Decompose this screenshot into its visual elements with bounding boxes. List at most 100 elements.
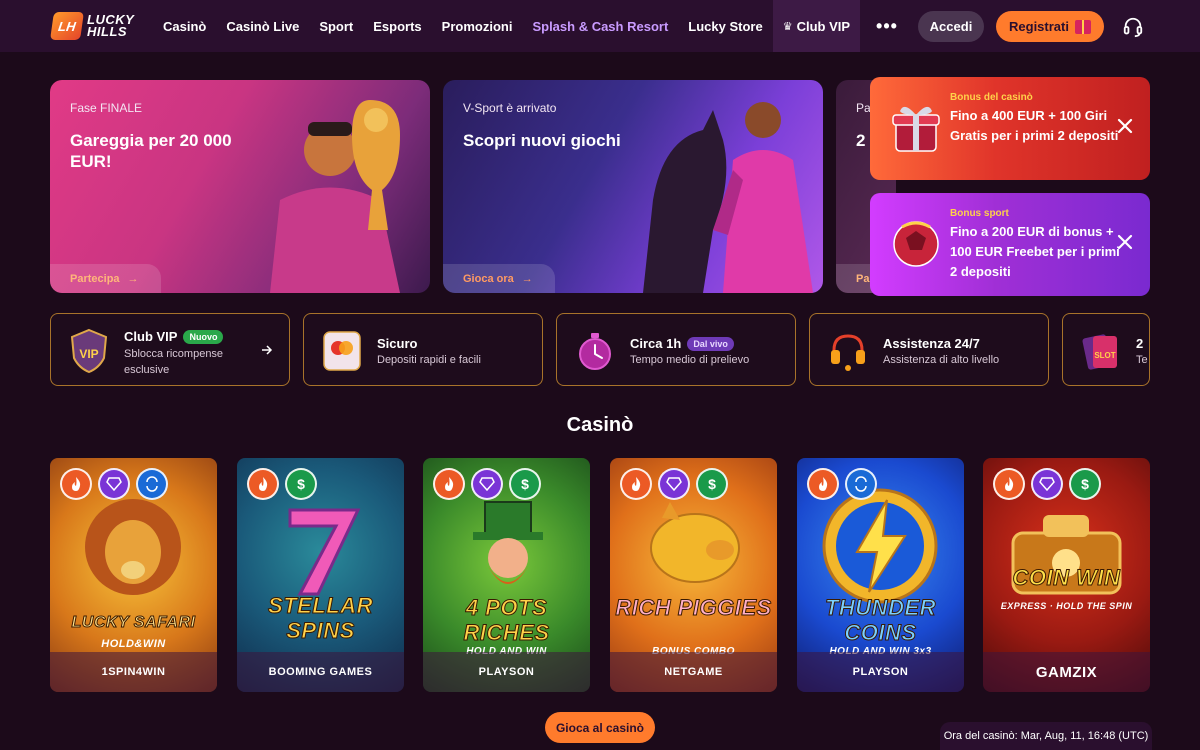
exchange-icon: [845, 468, 877, 500]
nav-sport[interactable]: Sport: [309, 0, 363, 52]
main-nav: Casinò Casinò Live Sport Esports Promozi…: [153, 0, 914, 52]
leprechaun-illustration: [473, 501, 543, 584]
svg-text:VIP: VIP: [79, 347, 98, 361]
feature-sicuro[interactable]: Sicuro Depositi rapidi e facili: [303, 313, 543, 386]
lion-illustration: [85, 499, 181, 595]
dollar-icon: $: [509, 468, 541, 500]
game-provider: PLAYSON: [423, 652, 590, 692]
svg-text:$: $: [1081, 476, 1089, 492]
toast-text: Fino a 400 EUR + 100 Giri Gratis per i p…: [950, 108, 1119, 143]
register-button[interactable]: Registrati: [996, 11, 1104, 42]
game-provider: 1SPIN4WIN: [50, 652, 217, 692]
register-label: Registrati: [1009, 19, 1069, 34]
feature-club-vip[interactable]: VIP Club VIP Nuovo Sblocca ricompense es…: [50, 313, 290, 386]
feature-withdrawal-time[interactable]: Circa 1h Dal vivo Tempo medio di preliev…: [556, 313, 796, 386]
banner-cta-partecipa[interactable]: Partecipa →: [50, 264, 161, 293]
svg-text:$: $: [708, 476, 716, 492]
game-provider: GAMZIX: [983, 652, 1150, 692]
banner-tag: V-Sport è arrivato: [463, 101, 557, 115]
toast-kicker: Bonus sport: [950, 208, 1009, 219]
dollar-icon: $: [1069, 468, 1101, 500]
game-title: STELLAR SPINS: [268, 593, 373, 644]
game-title: RICH PIGGIES: [615, 595, 772, 621]
game-tile-lucky-safari[interactable]: LUCKY SAFARI HOLD&WIN 1SPIN4WIN: [50, 458, 217, 692]
game-provider: BOOMING GAMES: [237, 652, 404, 692]
toast-kicker: Bonus del casinò: [950, 92, 1033, 103]
section-title-casino: Casinò: [566, 414, 634, 436]
close-icon[interactable]: [1116, 117, 1134, 135]
new-badge: Nuovo: [183, 329, 224, 344]
game-badges: $: [620, 468, 728, 500]
dollar-icon: $: [285, 468, 317, 500]
svg-text:$: $: [521, 476, 529, 492]
game-tile-rich-piggies[interactable]: $ RICH PIGGIES BONUS COMBO NETGAME: [610, 458, 777, 692]
login-button[interactable]: Accedi: [918, 11, 984, 42]
headset-icon: [831, 334, 865, 371]
mastercard-icon: [323, 331, 361, 371]
fire-icon: [807, 468, 839, 500]
game-tile-stellar-spins[interactable]: $ STELLAR SPINS BOOMING GAMES: [237, 458, 404, 692]
gift-icon: [1074, 19, 1091, 34]
sport-bonus-toast[interactable]: Bonus sport Fino a 200 EUR di bonus + 10…: [870, 193, 1150, 296]
banner-vsport[interactable]: V-Sport è arrivato Scopri nuovi giochi G…: [443, 80, 823, 293]
close-icon[interactable]: [1116, 233, 1134, 251]
diamond-icon: [471, 468, 503, 500]
feature-partial[interactable]: SLOT 2 Te: [1062, 313, 1150, 386]
nav-splash-cash-resort[interactable]: Splash & Cash Resort: [522, 0, 678, 52]
headset-support-icon[interactable]: [1122, 16, 1144, 38]
arrow-right-icon: →: [127, 272, 139, 285]
banner-cta-label: Gioca ora: [463, 272, 514, 285]
more-menu-button[interactable]: •••: [860, 0, 914, 52]
diamond-icon: [98, 468, 130, 500]
live-badge: Dal vivo: [687, 336, 734, 351]
banner-title: Scopri nuovi giochi: [463, 131, 621, 150]
casino-bonus-toast[interactable]: Bonus del casinò Fino a 400 EUR + 100 Gi…: [870, 77, 1150, 180]
lightning-coin-illustration: [822, 488, 938, 604]
fire-icon: [433, 468, 465, 500]
nav-lucky-store[interactable]: Lucky Store: [678, 0, 772, 52]
arrow-right-icon: [262, 345, 273, 355]
diamond-icon: [658, 468, 690, 500]
fire-icon: [620, 468, 652, 500]
exchange-icon: [136, 468, 168, 500]
football-ball-icon: [893, 221, 939, 267]
fire-icon: [60, 468, 92, 500]
feature-title-text: Circa 1h: [630, 336, 682, 351]
nav-casino[interactable]: Casinò: [153, 0, 216, 52]
banner-cta-label: Partecipa: [70, 272, 120, 285]
game-title: 4 POTS RICHES: [463, 595, 550, 646]
nav-casino-live[interactable]: Casinò Live: [216, 0, 309, 52]
banner-tag: Pa: [856, 101, 871, 115]
feature-title: Club VIP Nuovo: [124, 329, 224, 344]
fire-icon: [247, 468, 279, 500]
casino-clock: Ora del casinò: Mar, Aug, 11, 16:48 (UTC…: [940, 722, 1152, 750]
feature-title: Circa 1h Dal vivo: [630, 336, 734, 351]
toast-text: Fino a 200 EUR di bonus + 100 EUR Freebe…: [950, 224, 1120, 279]
feature-subtitle: Sblocca ricompense esclusive: [124, 348, 224, 376]
nav-promozioni[interactable]: Promozioni: [432, 0, 523, 52]
game-tile-4-pots-riches[interactable]: $ 4 POTS RICHES HOLD AND WIN PLAYSON: [423, 458, 590, 692]
seven-illustration: [288, 508, 361, 596]
slot-cards-icon: SLOT: [1082, 334, 1117, 370]
game-tile-thunder-coins[interactable]: THUNDER COINS HOLD AND WIN 3x3 PLAYSON: [797, 458, 964, 692]
game-badges: [60, 468, 168, 500]
play-casino-button[interactable]: Gioca al casinò: [545, 712, 655, 743]
lucky-hills-logo[interactable]: LH LUCKY HILLS: [50, 12, 134, 40]
game-provider: PLAYSON: [797, 652, 964, 692]
horse-and-player-illustration: [643, 102, 813, 293]
nav-esports[interactable]: Esports: [363, 0, 431, 52]
nav-club-vip-label: Club VIP: [796, 18, 851, 34]
feature-support[interactable]: Assistenza 24/7 Assistenza di alto livel…: [809, 313, 1049, 386]
banner-cta-label: Pa: [856, 272, 870, 285]
svg-text:SLOT: SLOT: [1094, 351, 1115, 360]
football-player-trophy-illustration: [270, 100, 400, 293]
game-provider: NETGAME: [610, 652, 777, 692]
nav-club-vip[interactable]: ♛ Club VIP: [772, 0, 861, 52]
game-tile-coin-win[interactable]: $ COIN WIN EXPRESS · HOLD THE SPIN GAMZI…: [983, 458, 1150, 692]
feature-subtitle: Te: [1136, 354, 1148, 366]
stopwatch-icon: [579, 333, 611, 370]
banner-cta-gioca-ora[interactable]: Gioca ora →: [443, 264, 555, 293]
crown-icon: ♛: [782, 20, 793, 33]
feature-title-text: Club VIP: [124, 329, 178, 344]
banner-tournament[interactable]: Fase FINALE Gareggia per 20 000 EUR! Par…: [50, 80, 430, 293]
